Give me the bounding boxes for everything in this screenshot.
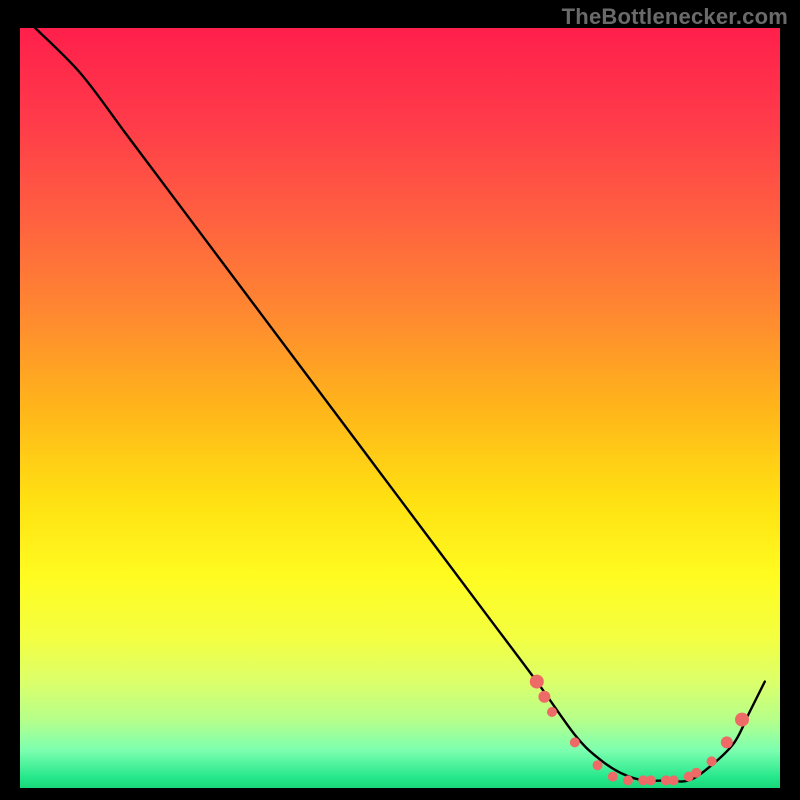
marker-point [707,756,717,766]
marker-point [691,768,701,778]
marker-point [570,737,580,747]
chart-stage: TheBottlenecker.com [0,0,800,800]
marker-point [530,675,544,689]
gradient-background [20,28,780,788]
marker-point [593,760,603,770]
marker-point [721,736,733,748]
marker-point [608,772,618,782]
bottleneck-chart [0,0,800,800]
marker-point [547,707,557,717]
marker-point [646,775,656,785]
marker-point [669,775,679,785]
marker-point [735,713,749,727]
marker-point [538,691,550,703]
marker-point [623,775,633,785]
